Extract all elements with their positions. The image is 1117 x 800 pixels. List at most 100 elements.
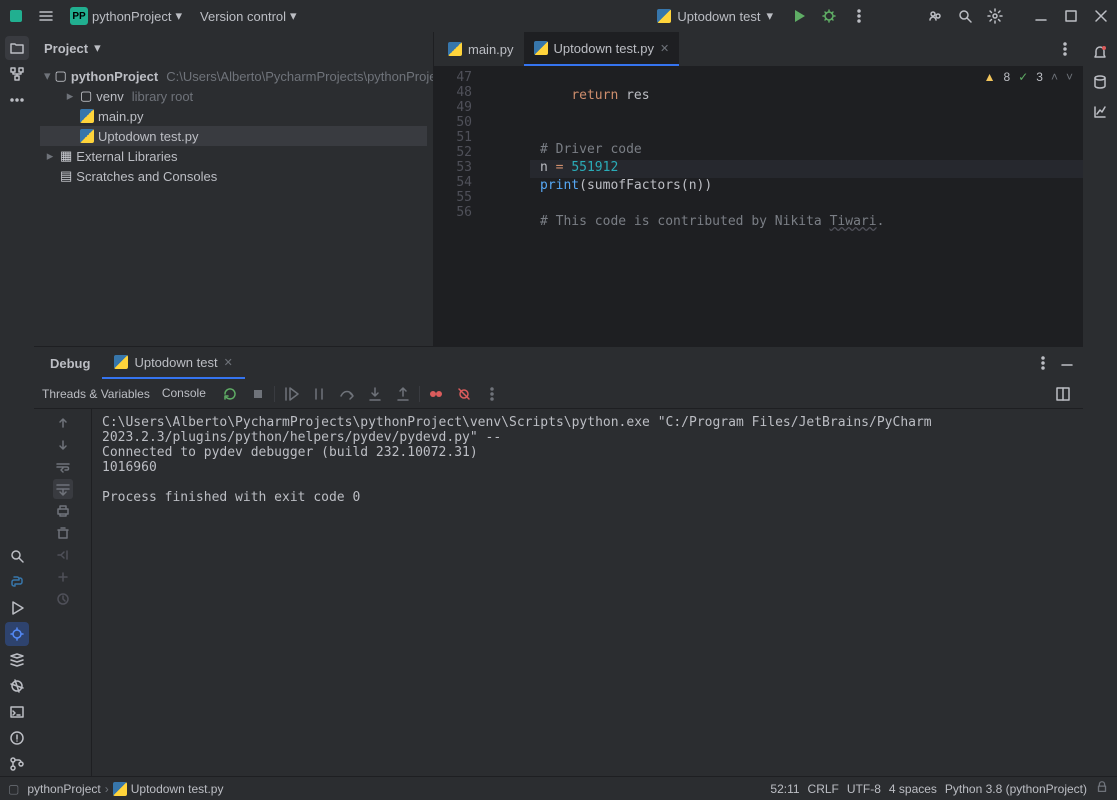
tree-venv-label: venv <box>96 89 123 104</box>
minimize-button[interactable] <box>1029 4 1053 28</box>
breadcrumb-file: Uptodown test.py <box>131 782 224 796</box>
close-icon[interactable]: ✕ <box>224 356 233 369</box>
rerun-icon[interactable] <box>218 382 242 406</box>
tree-external-label: External Libraries <box>76 149 177 164</box>
editor-code-area[interactable]: return res # Driver code n = 551912 prin… <box>530 66 1083 346</box>
editor-tab-uptodown-label: Uptodown test.py <box>554 41 654 56</box>
run-config-label: Uptodown test <box>677 9 760 24</box>
close-button[interactable] <box>1089 4 1113 28</box>
close-tab-icon[interactable]: ✕ <box>660 42 669 55</box>
debug-sub-console[interactable]: Console <box>162 386 206 402</box>
version-control-selector[interactable]: Version control ▾ <box>194 8 303 24</box>
python-icon <box>534 41 548 55</box>
debug-button[interactable] <box>817 4 841 28</box>
tree-file-uptodown-label: Uptodown test.py <box>98 129 198 144</box>
status-interpreter[interactable]: Python 3.8 (pythonProject) <box>945 782 1087 796</box>
soft-wrap-icon[interactable] <box>53 457 73 477</box>
structure-tool-icon[interactable] <box>5 62 29 86</box>
breadcrumb-project: pythonProject <box>27 782 100 796</box>
tree-venv[interactable]: ▸ ▢ venv library root <box>40 86 427 106</box>
step-out-icon[interactable] <box>391 382 415 406</box>
find-tool-icon[interactable] <box>5 544 29 568</box>
python-icon <box>114 355 128 369</box>
debug-tab-title[interactable]: Debug <box>38 347 102 379</box>
python-packages-icon[interactable] <box>5 674 29 698</box>
debug-tab-session[interactable]: Uptodown test ✕ <box>102 347 244 379</box>
view-breakpoints-icon[interactable] <box>424 382 448 406</box>
run-button[interactable] <box>787 4 811 28</box>
project-tool-icon[interactable] <box>5 36 29 60</box>
breadcrumb[interactable]: pythonProject › Uptodown test.py <box>27 782 223 796</box>
code-with-me-icon[interactable] <box>923 4 947 28</box>
app-icon[interactable] <box>4 4 28 28</box>
notifications-icon[interactable] <box>1088 40 1112 64</box>
more-tools-icon[interactable] <box>5 88 29 112</box>
tree-file-uptodown[interactable]: Uptodown test.py <box>40 126 427 146</box>
project-panel-header[interactable]: Project ▾ <box>34 32 433 64</box>
problems-tool-icon[interactable] <box>5 726 29 750</box>
tree-external-libs[interactable]: ▸ ▦ External Libraries <box>40 146 427 166</box>
debug-toolbar-more-icon[interactable] <box>480 382 504 406</box>
browse-history-icon[interactable] <box>53 589 73 609</box>
project-panel-title: Project <box>44 41 88 56</box>
editor-tab-uptodown[interactable]: Uptodown test.py ✕ <box>524 32 680 66</box>
chevron-right-icon: ▸ <box>44 148 56 164</box>
chevron-down-icon: ▾ <box>766 8 773 24</box>
more-actions-icon[interactable] <box>847 4 871 28</box>
database-icon[interactable] <box>1088 70 1112 94</box>
scroll-down-icon[interactable] <box>53 435 73 455</box>
run-config-selector[interactable]: Uptodown test ▾ <box>649 8 781 24</box>
debug-tool-icon[interactable] <box>5 622 29 646</box>
terminal-tool-icon[interactable] <box>5 700 29 724</box>
step-over-icon[interactable] <box>335 382 359 406</box>
main-menu-icon[interactable] <box>34 4 58 28</box>
editor-tab-main[interactable]: main.py <box>438 32 524 66</box>
debug-more-icon[interactable] <box>1031 351 1055 375</box>
search-everywhere-icon[interactable] <box>953 4 977 28</box>
project-badge-icon: PP <box>70 7 88 25</box>
status-indent[interactable]: 4 spaces <box>889 782 937 796</box>
scroll-up-icon[interactable] <box>53 413 73 433</box>
project-selector[interactable]: PP pythonProject ▾ <box>64 7 188 25</box>
python-console-icon[interactable] <box>5 570 29 594</box>
maximize-button[interactable] <box>1059 4 1083 28</box>
new-predef-icon[interactable] <box>53 545 73 565</box>
pause-icon[interactable] <box>307 382 331 406</box>
python-icon <box>657 9 671 23</box>
scroll-to-end-icon[interactable] <box>53 479 73 499</box>
remote-indicator-icon[interactable]: ▢ <box>8 782 19 796</box>
tree-root[interactable]: ▾ ▢ pythonProject C:\Users\Alberto\Pycha… <box>40 66 427 86</box>
tab-more-icon[interactable] <box>1053 37 1077 61</box>
debug-title-label: Debug <box>50 356 90 371</box>
run-tool-icon[interactable] <box>5 596 29 620</box>
clear-all-icon[interactable] <box>53 523 73 543</box>
lock-icon[interactable] <box>1095 780 1109 797</box>
sciview-icon[interactable] <box>1088 100 1112 124</box>
tree-root-label: pythonProject <box>71 69 158 84</box>
settings-icon[interactable] <box>983 4 1007 28</box>
status-eol[interactable]: CRLF <box>808 782 839 796</box>
mute-breakpoints-icon[interactable] <box>452 382 476 406</box>
stop-icon[interactable] <box>246 382 270 406</box>
scratches-icon: ▤ <box>60 168 72 184</box>
folder-icon: ▢ <box>80 88 92 104</box>
print-icon[interactable] <box>53 501 73 521</box>
layout-settings-icon[interactable] <box>1051 382 1075 406</box>
add-to-watches-icon[interactable] <box>53 567 73 587</box>
debug-sub-threads[interactable]: Threads & Variables <box>42 387 150 401</box>
python-icon <box>80 109 94 123</box>
console-output[interactable]: C:\Users\Alberto\PycharmProjects\pythonP… <box>92 409 1083 776</box>
tree-file-main[interactable]: main.py <box>40 106 427 126</box>
chevron-down-icon: ▾ <box>176 8 183 24</box>
step-into-icon[interactable] <box>363 382 387 406</box>
status-encoding[interactable]: UTF-8 <box>847 782 881 796</box>
vcs-tool-icon[interactable] <box>5 752 29 776</box>
editor-gutter: 47 48 49 50 51 52 53 54 55 56 <box>434 66 482 346</box>
tree-scratches[interactable]: ▤ Scratches and Consoles <box>40 166 427 186</box>
python-icon <box>113 782 127 796</box>
status-position[interactable]: 52:11 <box>770 782 799 796</box>
services-tool-icon[interactable] <box>5 648 29 672</box>
hide-panel-icon[interactable] <box>1055 351 1079 375</box>
resume-icon[interactable] <box>279 382 303 406</box>
editor-tab-main-label: main.py <box>468 42 514 57</box>
